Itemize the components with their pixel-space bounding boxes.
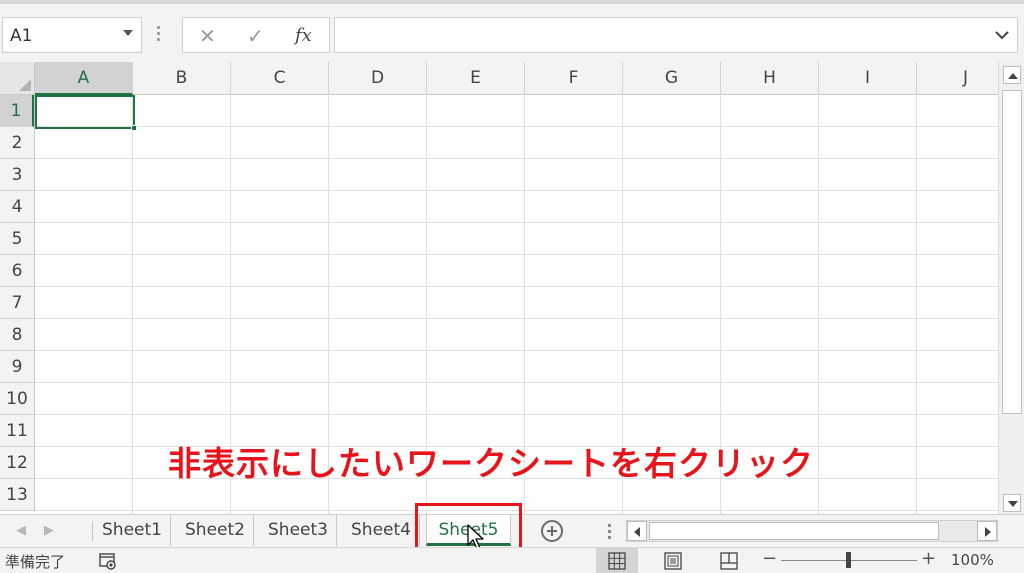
formula-buttons: ✕ ✓ fx xyxy=(182,17,330,53)
name-box-value: A1 xyxy=(10,26,33,46)
horizontal-scrollbar[interactable] xyxy=(626,520,998,542)
macro-recording-icon[interactable] xyxy=(98,551,118,571)
sheet-tab[interactable]: Sheet2 xyxy=(177,515,254,546)
scroll-up-button[interactable] xyxy=(1003,66,1021,84)
arrow-right-icon xyxy=(985,527,991,537)
status-bar: 準備完了 − + 100% xyxy=(0,547,1024,573)
column-header[interactable]: B xyxy=(133,62,231,95)
fill-handle[interactable] xyxy=(131,125,137,131)
row-header[interactable]: 9 xyxy=(0,351,34,383)
vertical-scroll-thumb[interactable] xyxy=(1002,90,1022,414)
row-header[interactable]: 8 xyxy=(0,319,34,351)
status-text: 準備完了 xyxy=(5,553,66,571)
column-header[interactable]: J xyxy=(917,62,998,95)
add-sheet-icon[interactable] xyxy=(541,520,563,542)
row-header[interactable]: 2 xyxy=(0,127,34,159)
instruction-annotation: 非表示にしたいワークシートを右クリック xyxy=(168,444,814,483)
page-layout-icon xyxy=(664,552,682,570)
column-header[interactable]: H xyxy=(721,62,819,95)
row-header[interactable]: 7 xyxy=(0,287,34,319)
scroll-right-button[interactable] xyxy=(977,521,997,541)
row-header[interactable]: 5 xyxy=(0,223,34,255)
row-headers: 1 2 3 4 5 6 7 8 9 10 11 12 13 xyxy=(0,95,35,511)
page-break-view-button[interactable] xyxy=(708,548,750,573)
excel-window: A1 ✕ ✓ fx A B C D E F G H I J 1 2 3 4 5 … xyxy=(0,0,1024,573)
column-header[interactable]: C xyxy=(231,62,329,95)
insert-function-button[interactable]: fx xyxy=(295,25,312,46)
row-header[interactable]: 12 xyxy=(0,447,34,479)
row-header[interactable]: 1 xyxy=(0,95,34,127)
next-sheet-icon[interactable]: ▶ xyxy=(44,523,54,538)
select-all-icon xyxy=(19,79,31,91)
name-box[interactable]: A1 xyxy=(2,17,142,53)
page-break-icon xyxy=(720,552,738,570)
column-headers: A B C D E F G H I J xyxy=(35,62,998,95)
prev-sheet-icon[interactable]: ◀ xyxy=(16,523,26,538)
enter-icon[interactable]: ✓ xyxy=(247,24,264,48)
arrow-up-icon xyxy=(1008,73,1018,79)
select-all-button[interactable] xyxy=(0,62,35,95)
formula-input[interactable] xyxy=(334,17,1018,53)
scroll-down-button[interactable] xyxy=(1003,494,1021,512)
row-header[interactable]: 4 xyxy=(0,191,34,223)
zoom-slider-thumb[interactable] xyxy=(846,552,851,568)
vertical-scrollbar[interactable] xyxy=(998,62,1024,514)
active-cell[interactable] xyxy=(35,95,137,131)
arrow-down-icon xyxy=(1008,501,1018,507)
row-header[interactable]: 3 xyxy=(0,159,34,191)
zoom-out-button[interactable]: − xyxy=(762,548,777,569)
page-layout-view-button[interactable] xyxy=(652,548,694,573)
column-header[interactable]: G xyxy=(623,62,721,95)
arrow-left-icon xyxy=(634,527,640,537)
cancel-icon[interactable]: ✕ xyxy=(199,24,216,48)
sheet-tab[interactable]: Sheet1 xyxy=(94,515,171,546)
tab-divider xyxy=(92,521,93,541)
normal-view-button[interactable] xyxy=(596,548,638,573)
row-header[interactable]: 13 xyxy=(0,479,34,511)
sheet-tab[interactable]: Sheet3 xyxy=(260,515,337,546)
sheet-tab[interactable]: Sheet4 xyxy=(343,515,420,546)
drag-handle-icon[interactable] xyxy=(157,26,161,46)
horizontal-scroll-thumb[interactable] xyxy=(649,522,939,540)
expand-formula-bar-icon[interactable] xyxy=(993,26,1011,44)
column-header[interactable]: F xyxy=(525,62,623,95)
zoom-in-button[interactable]: + xyxy=(921,548,936,569)
row-header[interactable]: 11 xyxy=(0,415,34,447)
grid-view-icon xyxy=(608,552,626,570)
formula-bar: A1 ✕ ✓ fx xyxy=(0,0,1024,62)
column-header[interactable]: D xyxy=(329,62,427,95)
row-header[interactable]: 6 xyxy=(0,255,34,287)
column-header[interactable]: E xyxy=(427,62,525,95)
column-header[interactable]: I xyxy=(819,62,917,95)
column-header[interactable]: A xyxy=(35,62,133,95)
scroll-left-button[interactable] xyxy=(627,521,647,541)
tab-split-handle-icon[interactable] xyxy=(608,524,611,542)
chevron-down-icon[interactable] xyxy=(123,30,133,36)
row-header[interactable]: 10 xyxy=(0,383,34,415)
zoom-level[interactable]: 100% xyxy=(951,551,994,569)
